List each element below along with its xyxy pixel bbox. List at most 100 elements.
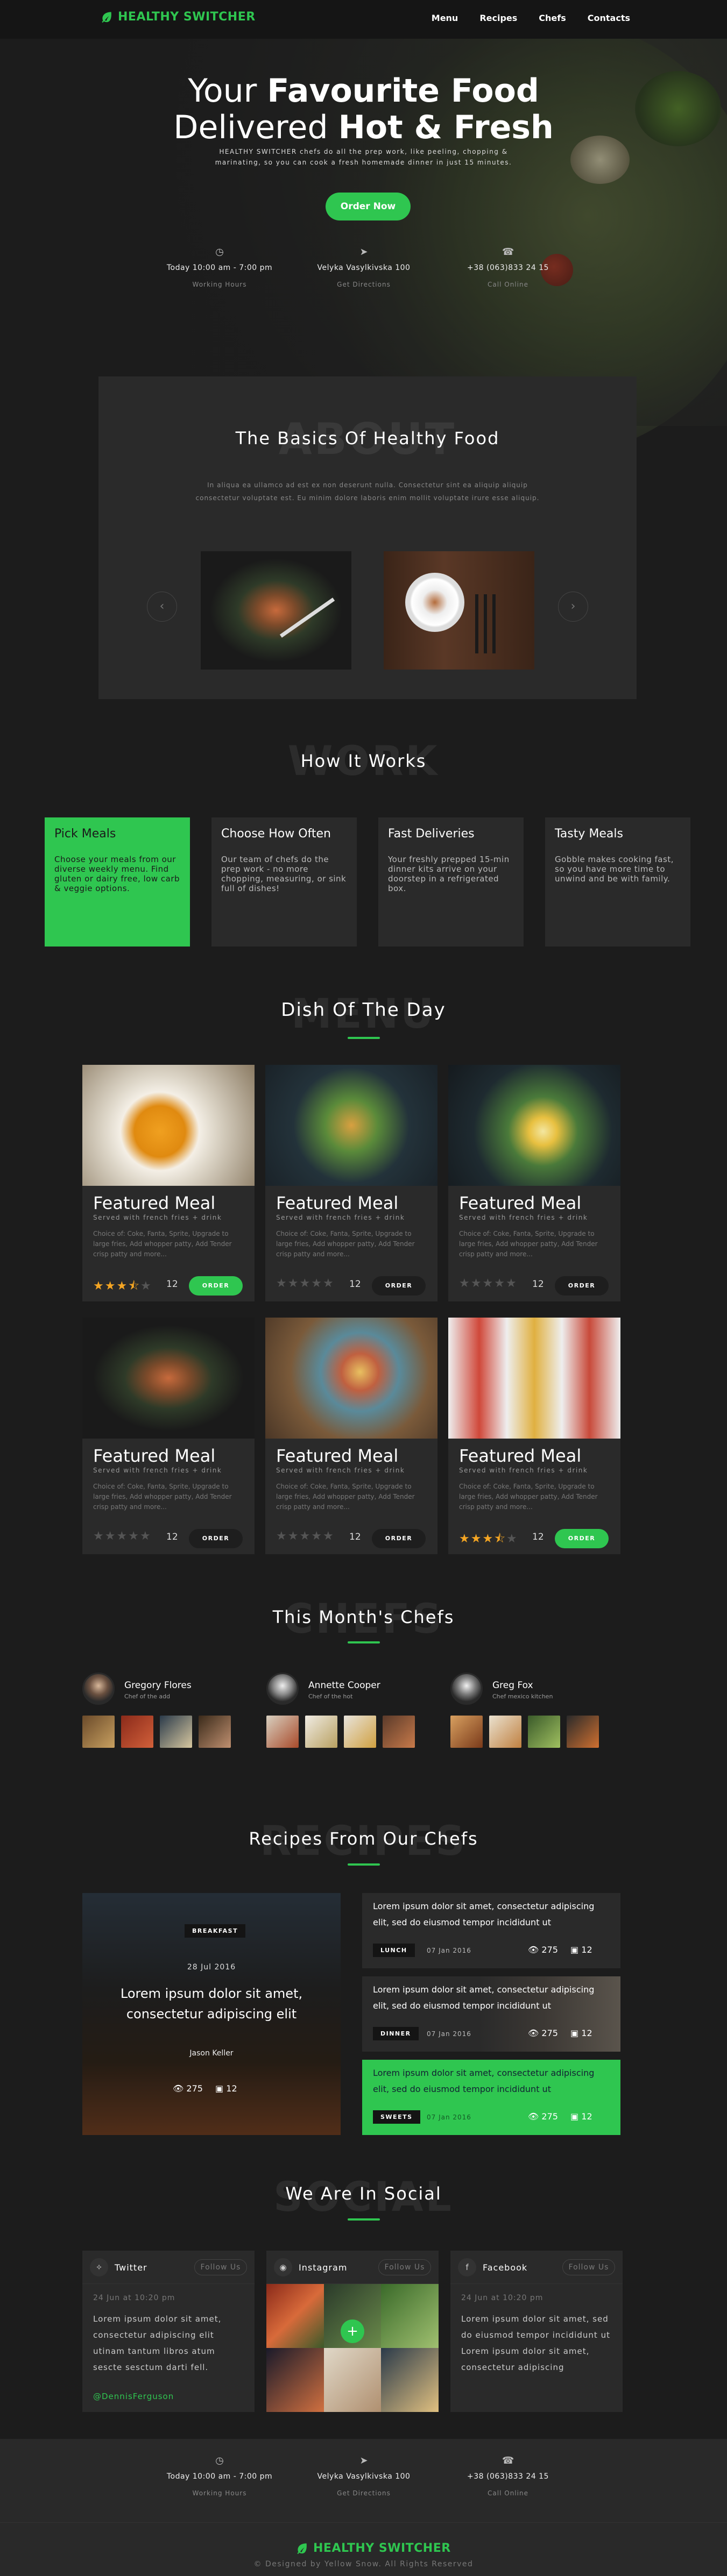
star-icon[interactable]: ★: [311, 1277, 323, 1290]
step-card-fast-deliveries[interactable]: Fast Deliveries Your freshly prepped 15-…: [378, 817, 524, 947]
meal-card[interactable]: Featured Meal Served with french fries + …: [448, 1318, 620, 1554]
star-icon[interactable]: ★: [140, 1279, 152, 1293]
meal-card[interactable]: Featured Meal Served with french fries + …: [265, 1318, 437, 1554]
star-icon[interactable]: ★: [299, 1277, 311, 1290]
star-icon[interactable]: ★: [276, 1277, 288, 1290]
star-icon[interactable]: ★: [471, 1532, 483, 1546]
star-icon[interactable]: ★: [116, 1279, 128, 1293]
instagram-photo[interactable]: [266, 2284, 324, 2348]
recipe-title[interactable]: Lorem ipsum dolor sit amet, consectetur …: [373, 1898, 610, 1931]
dish-thumb[interactable]: [383, 1716, 415, 1748]
recipe-title[interactable]: Lorem ipsum dolor sit amet, consectetur …: [104, 1983, 319, 2024]
follow-us-button[interactable]: Follow Us: [562, 2259, 615, 2275]
info-phone[interactable]: ☎ +38 (063)833 24 15 Call Online: [449, 246, 567, 289]
star-icon[interactable]: ★: [299, 1529, 311, 1543]
recipe-featured-card[interactable]: BREAKFAST 28 Jul 2016 Lorem ipsum dolor …: [82, 1893, 341, 2135]
meal-card[interactable]: Featured Meal Served with french fries + …: [82, 1065, 255, 1301]
recipe-title[interactable]: Lorem ipsum dolor sit amet, consectetur …: [373, 1982, 610, 2014]
footer-address-sub[interactable]: Get Directions: [337, 2489, 391, 2497]
star-icon[interactable]: ★: [494, 1277, 506, 1290]
step-card-tasty-meals[interactable]: Tasty Meals Gobble makes cooking fast, s…: [545, 817, 690, 947]
follow-us-button[interactable]: Follow Us: [194, 2259, 247, 2275]
dish-thumb[interactable]: [121, 1716, 153, 1748]
footer-brand-logo[interactable]: HEALTHY SWITCHER: [295, 2541, 451, 2555]
star-icon[interactable]: ★: [105, 1529, 117, 1543]
order-button[interactable]: ORDER: [372, 1529, 426, 1548]
meal-card[interactable]: Featured Meal Served with french fries + …: [265, 1065, 437, 1301]
recipe-tag[interactable]: SWEETS: [373, 2110, 420, 2124]
dish-thumb[interactable]: [528, 1716, 560, 1748]
star-icon[interactable]: ★: [288, 1529, 300, 1543]
star-icon[interactable]: ★: [93, 1279, 105, 1293]
footer-info-address[interactable]: ➤ Velyka Vasylkivska 100 Get Directions: [305, 2455, 423, 2497]
recipe-tag[interactable]: LUNCH: [373, 1944, 415, 1957]
star-icon[interactable]: ★: [323, 1529, 335, 1543]
dish-thumb[interactable]: [567, 1716, 599, 1748]
star-icon[interactable]: ★: [459, 1277, 471, 1290]
recipe-stats: 👁 275 ▣ 12: [528, 2111, 592, 2122]
dish-thumb[interactable]: [199, 1716, 231, 1748]
nav-item-recipes[interactable]: Recipes: [479, 13, 517, 23]
star-icon[interactable]: ⯪: [494, 1532, 506, 1546]
footer-phone-sub[interactable]: Call Online: [488, 2489, 528, 2497]
instagram-photo[interactable]: [381, 2284, 439, 2348]
social-card-header: ◉ Instagram Follow Us: [266, 2251, 439, 2284]
carousel-next-button[interactable]: ›: [558, 592, 588, 622]
info-address[interactable]: ➤ Velyka Vasylkivska 100 Get Directions: [305, 246, 423, 289]
star-icon[interactable]: ⯪: [128, 1279, 140, 1293]
order-button[interactable]: ORDER: [555, 1529, 609, 1548]
star-icon[interactable]: ★: [116, 1529, 128, 1543]
star-icon[interactable]: ★: [276, 1529, 288, 1543]
twitter-handle-link[interactable]: @DennisFerguson: [93, 2392, 174, 2401]
dish-thumb[interactable]: [305, 1716, 337, 1748]
info-address-sub[interactable]: Get Directions: [337, 281, 391, 288]
instagram-photo[interactable]: [381, 2348, 439, 2412]
instagram-add-button[interactable]: +: [341, 2319, 364, 2343]
footer-info-phone[interactable]: ☎ +38 (063)833 24 15 Call Online: [449, 2455, 567, 2497]
star-icon[interactable]: ★: [482, 1532, 494, 1546]
star-icon[interactable]: ★: [105, 1279, 117, 1293]
chef-name: Annette Cooper: [308, 1680, 380, 1691]
recipe-tag[interactable]: DINNER: [373, 2027, 419, 2040]
dish-thumb[interactable]: [266, 1716, 299, 1748]
order-now-button[interactable]: Order Now: [326, 193, 411, 220]
star-icon[interactable]: ★: [471, 1277, 483, 1290]
recipe-item-dinner[interactable]: Lorem ipsum dolor sit amet, consectetur …: [362, 1976, 620, 2052]
star-icon[interactable]: ★: [323, 1277, 335, 1290]
step-card-pick-meals[interactable]: Pick Meals Choose your meals from our di…: [45, 817, 190, 947]
star-icon[interactable]: ★: [93, 1529, 105, 1543]
instagram-photo[interactable]: [323, 2348, 382, 2412]
order-button[interactable]: ORDER: [189, 1529, 243, 1548]
star-icon[interactable]: ★: [288, 1277, 300, 1290]
dish-thumb[interactable]: [450, 1716, 483, 1748]
order-button[interactable]: ORDER: [189, 1276, 243, 1296]
star-icon[interactable]: ★: [140, 1529, 152, 1543]
recipe-tag[interactable]: BREAKFAST: [185, 1924, 246, 1938]
nav-item-chefs[interactable]: Chefs: [539, 13, 566, 23]
info-phone-sub[interactable]: Call Online: [488, 281, 528, 288]
dish-thumb[interactable]: [160, 1716, 192, 1748]
recipe-item-lunch[interactable]: Lorem ipsum dolor sit amet, consectetur …: [362, 1893, 620, 1968]
dish-thumb[interactable]: [344, 1716, 376, 1748]
star-icon[interactable]: ★: [506, 1277, 518, 1290]
recipe-title[interactable]: Lorem ipsum dolor sit amet, consectetur …: [373, 2065, 610, 2097]
star-icon[interactable]: ★: [459, 1532, 471, 1546]
follow-us-button[interactable]: Follow Us: [378, 2259, 431, 2275]
instagram-photo[interactable]: [266, 2348, 324, 2412]
meal-card[interactable]: Featured Meal Served with french fries + …: [448, 1065, 620, 1301]
star-icon[interactable]: ★: [482, 1277, 494, 1290]
dish-thumb[interactable]: [489, 1716, 521, 1748]
order-button[interactable]: ORDER: [372, 1276, 426, 1296]
brand-logo[interactable]: HEALTHY SWITCHER: [100, 10, 256, 24]
dish-thumb[interactable]: [82, 1716, 115, 1748]
recipe-item-sweets[interactable]: Lorem ipsum dolor sit amet, consectetur …: [362, 2060, 620, 2135]
star-icon[interactable]: ★: [128, 1529, 140, 1543]
meal-card[interactable]: Featured Meal Served with french fries + …: [82, 1318, 255, 1554]
star-icon[interactable]: ★: [506, 1532, 518, 1546]
nav-item-contacts[interactable]: Contacts: [588, 13, 630, 23]
nav-item-menu[interactable]: Menu: [432, 13, 458, 23]
carousel-prev-button[interactable]: ‹: [147, 592, 177, 622]
step-card-how-often[interactable]: Choose How Often Our team of chefs do th…: [211, 817, 357, 947]
star-icon[interactable]: ★: [311, 1529, 323, 1543]
order-button[interactable]: ORDER: [555, 1276, 609, 1296]
